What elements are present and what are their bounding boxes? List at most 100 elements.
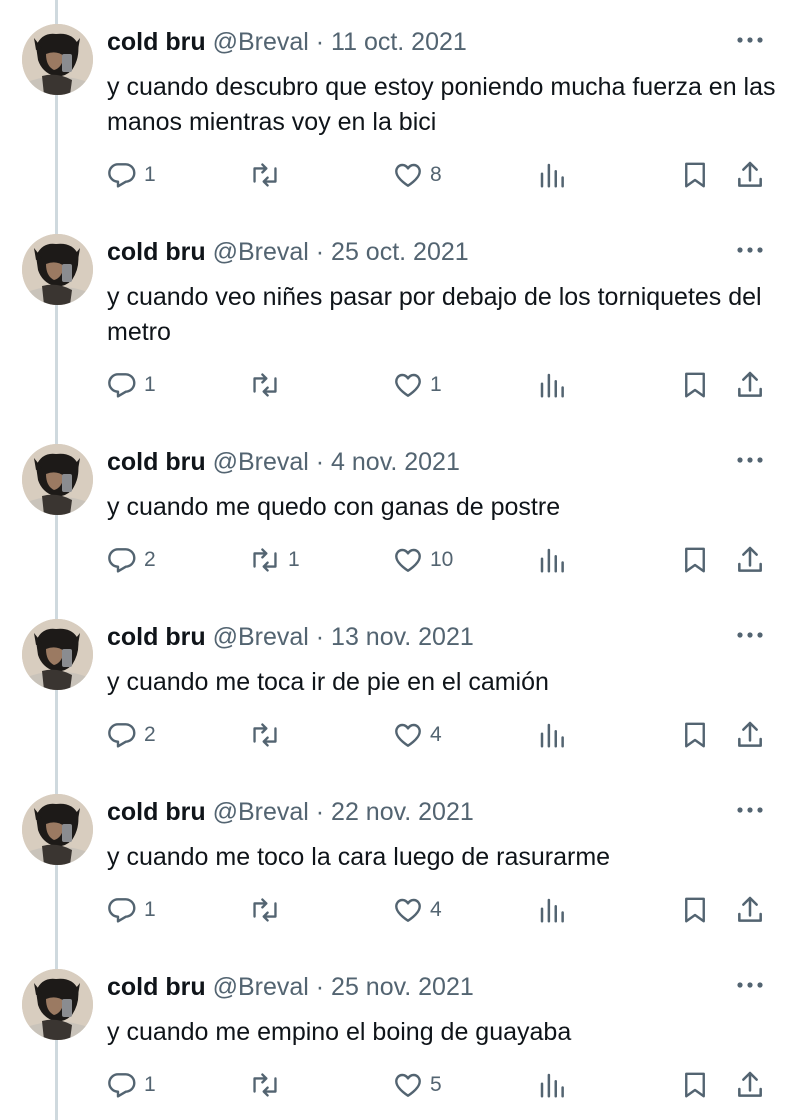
retweet-icon: [248, 1069, 282, 1101]
reply-button[interactable]: 1: [106, 155, 156, 195]
like-button[interactable]: 8: [392, 155, 442, 195]
avatar[interactable]: [22, 24, 93, 95]
share-button[interactable]: [734, 155, 766, 195]
reply-count: 2: [144, 548, 156, 571]
display-name[interactable]: cold bru: [107, 798, 206, 826]
user-handle[interactable]: @Breval: [213, 448, 309, 476]
like-count: 4: [430, 898, 442, 921]
tweet-date[interactable]: 22 nov. 2021: [331, 798, 474, 826]
share-icon: [734, 894, 766, 926]
reply-count: 2: [144, 723, 156, 746]
user-handle[interactable]: @Breval: [213, 238, 309, 266]
user-handle[interactable]: @Breval: [213, 623, 309, 651]
like-button[interactable]: 10: [392, 540, 453, 580]
reply-icon: [106, 719, 138, 751]
tweet-date[interactable]: 11 oct. 2021: [331, 28, 467, 56]
retweet-button[interactable]: [248, 715, 288, 755]
more-icon[interactable]: [735, 975, 765, 995]
like-count: 4: [430, 723, 442, 746]
tweet-date[interactable]: 13 nov. 2021: [331, 623, 474, 651]
views-button[interactable]: [537, 1065, 567, 1105]
views-button[interactable]: [537, 890, 567, 930]
bookmark-button[interactable]: [680, 1065, 710, 1105]
views-icon: [537, 370, 567, 400]
retweet-count: 1: [288, 548, 300, 571]
views-icon: [537, 1070, 567, 1100]
tweet-date[interactable]: 25 nov. 2021: [331, 973, 474, 1001]
separator-dot: ·: [315, 448, 325, 476]
retweet-icon: [248, 544, 282, 576]
like-count: 8: [430, 163, 442, 186]
display-name[interactable]: cold bru: [107, 448, 206, 476]
views-icon: [537, 160, 567, 190]
more-icon[interactable]: [735, 450, 765, 470]
user-handle[interactable]: @Breval: [213, 798, 309, 826]
like-button[interactable]: 4: [392, 890, 442, 930]
bookmark-button[interactable]: [680, 715, 710, 755]
bookmark-icon: [680, 894, 710, 926]
like-count: 5: [430, 1073, 442, 1096]
bookmark-button[interactable]: [680, 155, 710, 195]
tweet-header: cold bru @Breval · 4 nov. 2021: [107, 448, 460, 476]
bookmark-button[interactable]: [680, 540, 710, 580]
retweet-button[interactable]: [248, 365, 288, 405]
views-button[interactable]: [537, 540, 567, 580]
heart-icon: [392, 369, 424, 401]
separator-dot: ·: [315, 798, 325, 826]
more-icon[interactable]: [735, 240, 765, 260]
reply-icon: [106, 1069, 138, 1101]
more-icon[interactable]: [735, 625, 765, 645]
separator-dot: ·: [315, 28, 325, 56]
tweet-text: y cuando descubro que estoy poniendo muc…: [107, 73, 776, 136]
views-button[interactable]: [537, 155, 567, 195]
like-button[interactable]: 1: [392, 365, 442, 405]
tweet-header: cold bru @Breval · 25 nov. 2021: [107, 973, 474, 1001]
tweet-actions: 1 1: [0, 365, 791, 405]
retweet-button[interactable]: 1: [248, 540, 300, 580]
retweet-button[interactable]: [248, 890, 288, 930]
display-name[interactable]: cold bru: [107, 28, 206, 56]
reply-button[interactable]: 1: [106, 1065, 156, 1105]
display-name[interactable]: cold bru: [107, 973, 206, 1001]
bookmark-button[interactable]: [680, 365, 710, 405]
retweet-button[interactable]: [248, 1065, 288, 1105]
bookmark-icon: [680, 1069, 710, 1101]
tweet-date[interactable]: 4 nov. 2021: [331, 448, 460, 476]
views-button[interactable]: [537, 715, 567, 755]
retweet-icon: [248, 719, 282, 751]
like-button[interactable]: 4: [392, 715, 442, 755]
views-button[interactable]: [537, 365, 567, 405]
more-icon[interactable]: [735, 800, 765, 820]
bookmark-icon: [680, 719, 710, 751]
reply-button[interactable]: 2: [106, 715, 156, 755]
reply-count: 1: [144, 163, 156, 186]
tweet-date[interactable]: 25 oct. 2021: [331, 238, 469, 266]
tweet-actions: 1 8: [0, 155, 791, 195]
like-count: 10: [430, 548, 454, 571]
share-button[interactable]: [734, 890, 766, 930]
avatar[interactable]: [22, 234, 93, 305]
like-button[interactable]: 5: [392, 1065, 442, 1105]
reply-button[interactable]: 1: [106, 890, 156, 930]
retweet-button[interactable]: [248, 155, 288, 195]
avatar[interactable]: [22, 794, 93, 865]
avatar[interactable]: [22, 444, 93, 515]
share-icon: [734, 1069, 766, 1101]
reply-button[interactable]: 2: [106, 540, 156, 580]
display-name[interactable]: cold bru: [107, 238, 206, 266]
avatar[interactable]: [22, 969, 93, 1040]
more-icon[interactable]: [735, 30, 765, 50]
avatar[interactable]: [22, 619, 93, 690]
share-button[interactable]: [734, 365, 766, 405]
heart-icon: [392, 159, 424, 191]
user-handle[interactable]: @Breval: [213, 28, 309, 56]
share-icon: [734, 159, 766, 191]
share-button[interactable]: [734, 1065, 766, 1105]
bookmark-button[interactable]: [680, 890, 710, 930]
reply-count: 1: [144, 1073, 156, 1096]
reply-button[interactable]: 1: [106, 365, 156, 405]
share-button[interactable]: [734, 715, 766, 755]
display-name[interactable]: cold bru: [107, 623, 206, 651]
user-handle[interactable]: @Breval: [213, 973, 309, 1001]
share-button[interactable]: [734, 540, 766, 580]
